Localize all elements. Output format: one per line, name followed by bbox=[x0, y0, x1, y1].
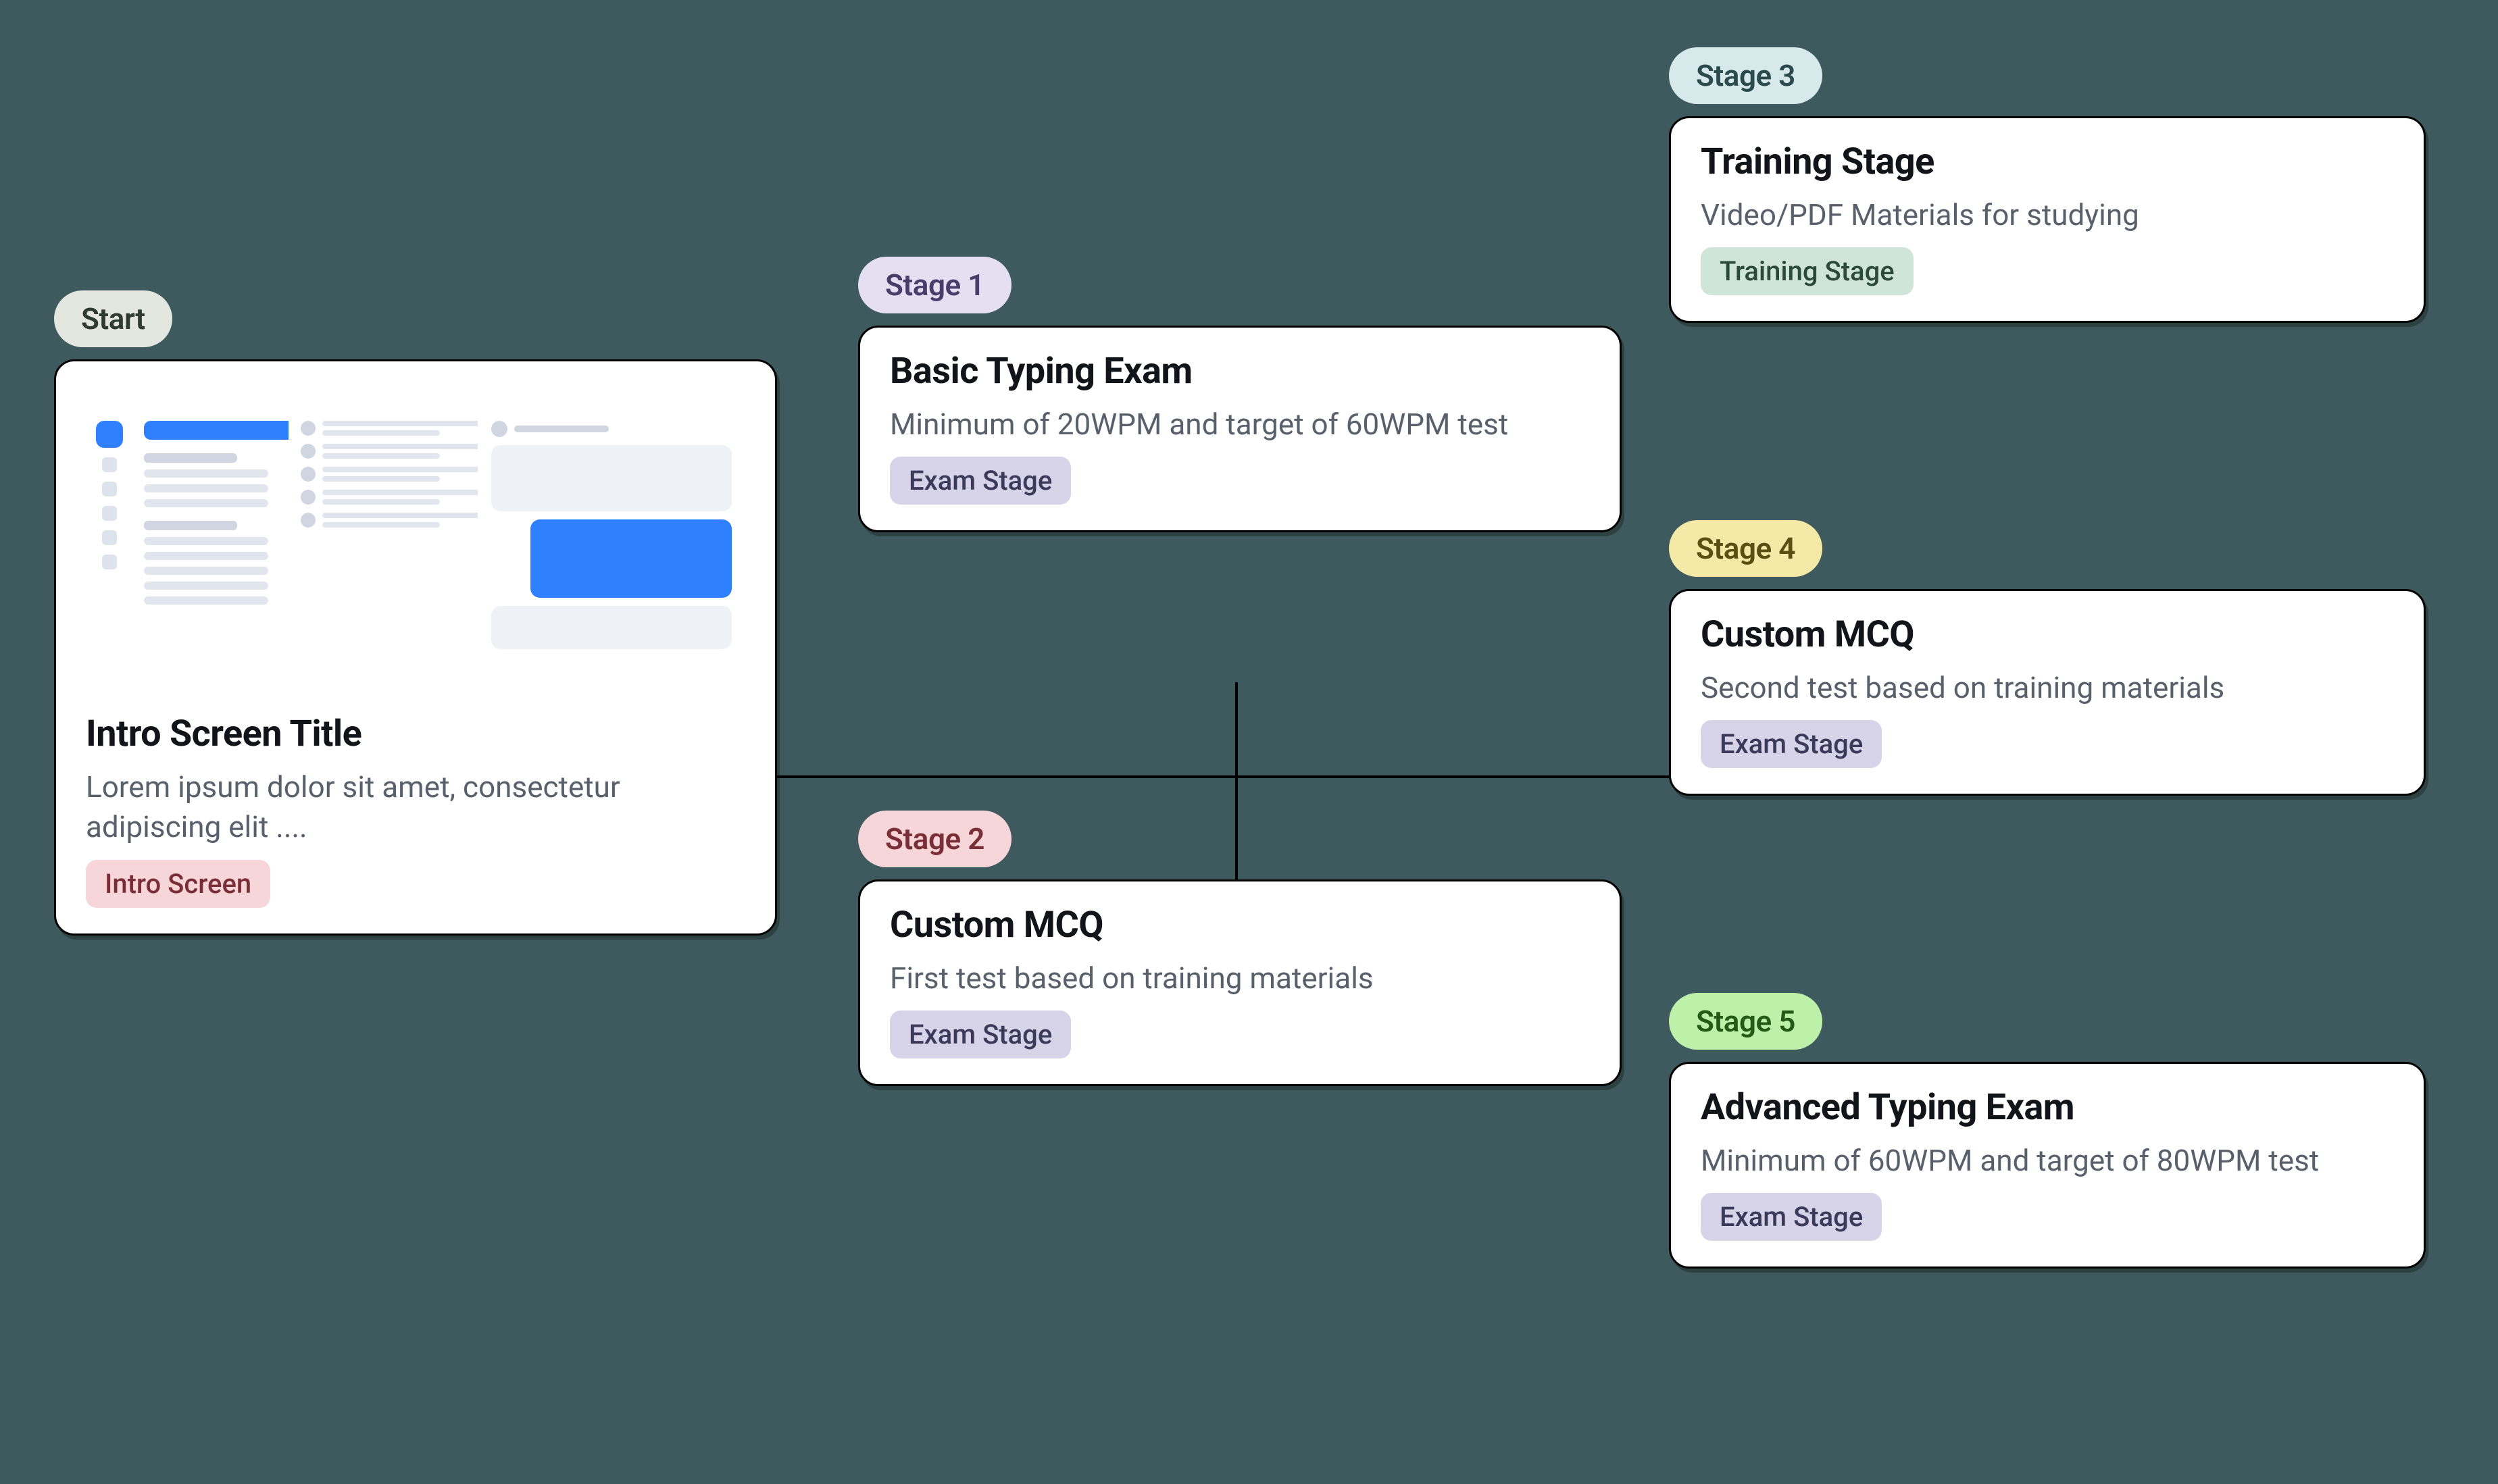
card-stage4[interactable]: Custom MCQ Second test based on training… bbox=[1669, 589, 2426, 796]
card-tag-intro: Intro Screen bbox=[86, 860, 270, 908]
card-title: Intro Screen Title bbox=[86, 713, 361, 755]
card-subtitle: Minimum of 20WPM and target of 60WPM tes… bbox=[890, 405, 1508, 444]
card-tag-exam: Exam Stage bbox=[1701, 720, 1882, 768]
card-tag-exam: Exam Stage bbox=[890, 457, 1071, 505]
card-subtitle: First test based on training materials bbox=[890, 958, 1374, 998]
node-stage5: Stage 5 Advanced Typing Exam Minimum of … bbox=[1669, 993, 2426, 1269]
node-stage4: Stage 4 Custom MCQ Second test based on … bbox=[1669, 520, 2426, 796]
card-title: Advanced Typing Exam bbox=[1701, 1087, 2074, 1129]
node-stage3: Stage 3 Training Stage Video/PDF Materia… bbox=[1669, 47, 2426, 323]
card-tag-training: Training Stage bbox=[1701, 247, 1914, 295]
card-subtitle: Video/PDF Materials for studying bbox=[1701, 195, 2139, 235]
card-stage2[interactable]: Custom MCQ First test based on training … bbox=[858, 879, 1622, 1086]
card-tag-exam: Exam Stage bbox=[890, 1010, 1071, 1058]
card-title: Basic Typing Exam bbox=[890, 351, 1193, 392]
stage-pill-2: Stage 2 bbox=[858, 811, 1011, 867]
card-stage3[interactable]: Training Stage Video/PDF Materials for s… bbox=[1669, 116, 2426, 323]
card-stage1[interactable]: Basic Typing Exam Minimum of 20WPM and t… bbox=[858, 326, 1622, 532]
card-title: Custom MCQ bbox=[890, 904, 1103, 946]
node-stage1: Stage 1 Basic Typing Exam Minimum of 20W… bbox=[858, 257, 1622, 532]
card-subtitle: Lorem ipsum dolor sit amet, consectetur … bbox=[86, 767, 745, 848]
card-intro[interactable]: Intro Screen Title Lorem ipsum dolor sit… bbox=[54, 359, 777, 936]
card-subtitle: Second test based on training materials bbox=[1701, 668, 2224, 708]
stage-pill-3: Stage 3 bbox=[1669, 47, 1822, 104]
node-start: Start bbox=[54, 290, 777, 936]
card-stage5[interactable]: Advanced Typing Exam Minimum of 60WPM an… bbox=[1669, 1062, 2426, 1269]
node-stage2: Stage 2 Custom MCQ First test based on t… bbox=[858, 811, 1622, 1086]
stage-pill-4: Stage 4 bbox=[1669, 520, 1822, 577]
card-title: Training Stage bbox=[1701, 141, 1934, 183]
card-subtitle: Minimum of 60WPM and target of 80WPM tes… bbox=[1701, 1141, 2319, 1181]
card-title: Custom MCQ bbox=[1701, 614, 1914, 656]
card-tag-exam: Exam Stage bbox=[1701, 1193, 1882, 1241]
stage-pill-5: Stage 5 bbox=[1669, 993, 1822, 1050]
intro-thumbnail bbox=[86, 380, 745, 694]
stage-pill-1: Stage 1 bbox=[858, 257, 1011, 313]
stage-pill-start: Start bbox=[54, 290, 172, 347]
